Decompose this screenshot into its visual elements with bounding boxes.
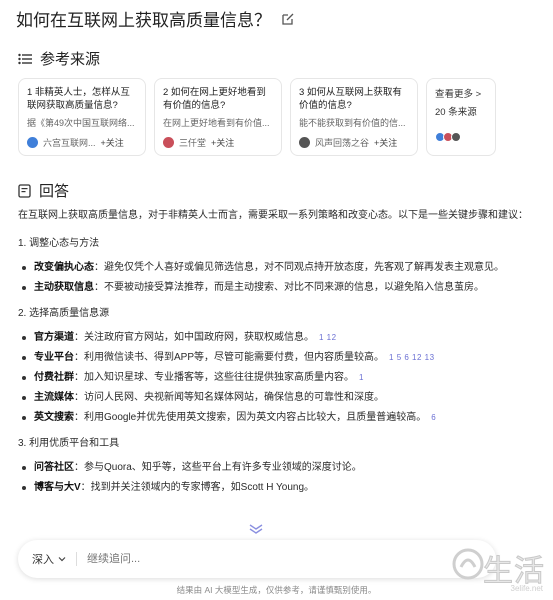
section-heading: 1. 调整心态与方法 [18, 238, 100, 249]
follow-button[interactable]: +关注 [211, 136, 234, 149]
citation-links[interactable]: 6 [431, 410, 436, 426]
citation-links[interactable]: 1 12 [319, 330, 337, 346]
watermark-url: 3elife.net [510, 584, 543, 593]
bullet-list: 问答社区：参与Quora、知乎等，这些平台上有许多专业领域的深度讨论。 博客与大… [18, 460, 538, 496]
question-header: 如何在互联网上获取高质量信息？ [16, 6, 295, 31]
source-cards: 1 非精英人士，怎样从互联网获取高质量信息? 据《第49次中国互联网络... 六… [18, 78, 496, 156]
source-name: 风声回荡之谷 [315, 138, 370, 148]
more-sources-link[interactable]: 查看更多 > [435, 86, 487, 100]
more-sources-card[interactable]: 查看更多 > 20 条来源 [426, 78, 496, 156]
avatar-icon [451, 132, 461, 142]
page-title: 如何在互联网上获取高质量信息？ [16, 11, 271, 30]
source-count: 20 条来源 [435, 107, 477, 118]
citation-links[interactable]: 1 [359, 370, 364, 386]
answer-heading: 回答 [18, 180, 69, 201]
sources-heading-label: 参考来源 [40, 51, 101, 68]
source-card-snippet: 据《第49次中国互联网络... [27, 118, 135, 128]
list-item: 主流媒体：访问人民网、央视新闻等知名媒体网站，确保信息的可靠性和深度。 [18, 390, 538, 406]
source-card-2[interactable]: 2 如何在网上更好地看到有价值的信息? 在网上更好地看到有价值... 三仟堂 +… [154, 78, 282, 156]
list-item: 英文搜索：利用Google并优先使用英文搜索，因为英文内容占比较大，且质量普遍较… [18, 410, 538, 426]
edit-icon[interactable] [281, 12, 295, 26]
follow-button[interactable]: +关注 [101, 136, 124, 149]
source-card-title: 2 如何在网上更好地看到有价值的信息? [163, 87, 266, 111]
mode-selector[interactable]: 深入 [32, 551, 66, 567]
list-item: 主动获取信息：不要被动接受算法推荐，而是主动搜索、对比不同来源的信息，以避免陷入… [18, 280, 538, 296]
document-icon [18, 183, 31, 198]
citation-links[interactable]: 1 5 6 12 13 [389, 350, 435, 366]
source-card-1[interactable]: 1 非精英人士，怎样从互联网获取高质量信息? 据《第49次中国互联网络... 六… [18, 78, 146, 156]
bullet-list: 改变偏执心态：避免仅凭个人喜好或偏见筛选信息，对不同观点持开放态度，先客观了解再… [18, 260, 538, 296]
list-icon [18, 53, 32, 64]
source-name: 六宫互联网... [43, 138, 96, 148]
source-logo-icon [27, 137, 38, 148]
list-item: 问答社区：参与Quora、知乎等，这些平台上有许多专业领域的深度讨论。 [18, 460, 538, 476]
source-card-title: 3 如何从互联网上获取有价值的信息? [299, 87, 402, 111]
source-card-snippet: 能不能获取到有价值的信... [299, 118, 406, 128]
section-heading: 3. 利用优质平台和工具 [18, 438, 120, 449]
list-item: 改变偏执心态：避免仅凭个人喜好或偏见筛选信息，对不同观点持开放态度，先客观了解再… [18, 260, 538, 276]
list-item: 专业平台：利用微信读书、得到APP等，尽管可能需要付费，但内容质量较高。 1 5 … [18, 350, 538, 366]
source-avatars [435, 132, 487, 142]
scroll-down-icon[interactable] [248, 524, 264, 534]
watermark: 生活 3elife.net [451, 543, 551, 598]
mode-label: 深入 [32, 554, 54, 566]
answer-intro: 在互联网上获取高质量信息，对于非精英人士而言，需要采取一系列策略和改变心态。以下… [18, 210, 528, 221]
watermark-logo-icon [452, 548, 484, 580]
source-card-snippet: 在网上更好地看到有价值... [163, 118, 270, 128]
section-heading: 2. 选择高质量信息源 [18, 308, 110, 319]
list-item: 博客与大V：找到并关注领域内的专家博客，如Scott H Young。 [18, 480, 538, 496]
sources-heading: 参考来源 [18, 48, 100, 69]
bullet-list: 官方渠道：关注政府官方网站，如中国政府网，获取权威信息。 1 12 专业平台：利用… [18, 330, 538, 426]
source-logo-icon [163, 137, 174, 148]
divider [76, 552, 77, 566]
follow-up-input[interactable] [87, 553, 482, 565]
source-name: 三仟堂 [179, 138, 207, 148]
list-item: 官方渠道：关注政府官方网站，如中国政府网，获取权威信息。 1 12 [18, 330, 538, 346]
source-card-3[interactable]: 3 如何从互联网上获取有价值的信息? 能不能获取到有价值的信... 风声回荡之谷… [290, 78, 418, 156]
follow-up-bar: 深入 [18, 540, 496, 578]
list-item: 付费社群：加入知识星球、专业播客等，这些往往提供独家高质量内容。 1 [18, 370, 538, 386]
chevron-down-icon [58, 557, 66, 562]
follow-button[interactable]: +关注 [374, 136, 397, 149]
source-card-title: 1 非精英人士，怎样从互联网获取高质量信息? [27, 87, 130, 111]
source-logo-icon [299, 137, 310, 148]
answer-body: 在互联网上获取高质量信息，对于非精英人士而言，需要采取一系列策略和改变心态。以下… [18, 208, 538, 506]
answer-heading-label: 回答 [39, 183, 70, 200]
